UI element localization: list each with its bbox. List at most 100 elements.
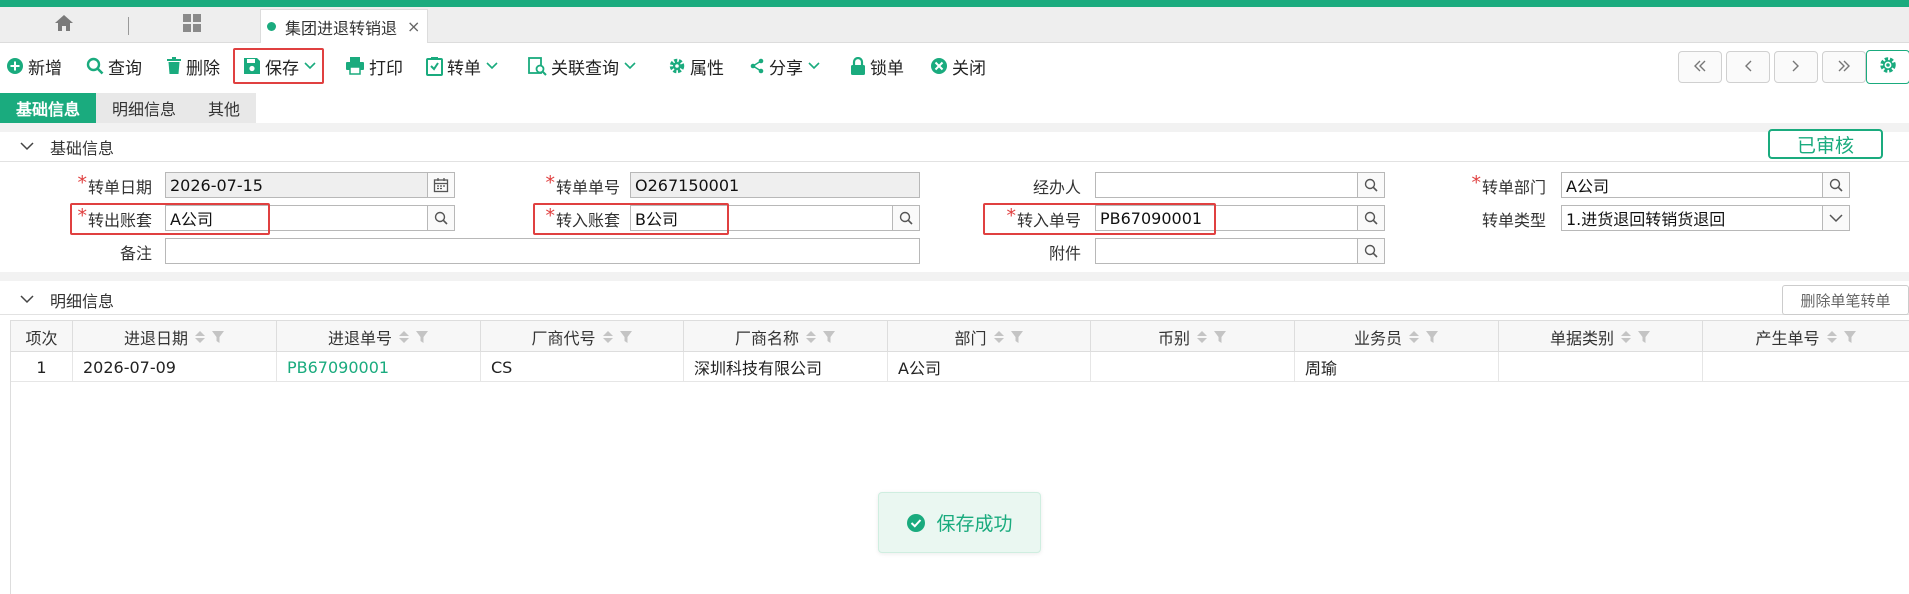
delete-button[interactable]: 删除 bbox=[166, 49, 220, 83]
document-transfer-icon bbox=[426, 56, 443, 76]
column-header-label: 币别 bbox=[1157, 329, 1190, 348]
transfer-button[interactable]: 转单 bbox=[426, 49, 498, 83]
previous-record-button[interactable] bbox=[1726, 51, 1770, 83]
chevron-down-icon[interactable] bbox=[486, 62, 498, 70]
transfer-type-select[interactable]: 1.进货退回转销货退回 bbox=[1561, 205, 1850, 231]
grid-icon bbox=[182, 13, 202, 37]
column-header[interactable]: 项次 bbox=[11, 321, 73, 353]
next-record-button[interactable] bbox=[1774, 51, 1818, 83]
transfer-no-field[interactable]: O267150001 bbox=[630, 172, 920, 198]
tab-other[interactable]: 其他 bbox=[192, 93, 256, 123]
filter-icon[interactable] bbox=[1637, 330, 1651, 344]
basic-section-header[interactable]: 基础信息 bbox=[0, 132, 1909, 162]
apps-tab[interactable] bbox=[176, 12, 208, 38]
table-cell: 2026-07-09 bbox=[73, 352, 277, 382]
search-icon[interactable] bbox=[892, 205, 920, 231]
table-row[interactable]: 1 2026-07-09 PB67090001 CS 深圳科技有限公司 A公司 周瑜 bbox=[11, 352, 1909, 382]
search-icon[interactable] bbox=[1822, 172, 1850, 198]
chevron-down-icon[interactable] bbox=[20, 295, 34, 304]
last-record-button[interactable] bbox=[1822, 51, 1866, 83]
column-header[interactable]: 部门 bbox=[888, 321, 1091, 353]
chevron-down-icon[interactable] bbox=[1822, 205, 1850, 231]
print-button[interactable]: 打印 bbox=[345, 49, 403, 83]
detail-section-header[interactable]: 明细信息 bbox=[0, 285, 1909, 315]
table-cell bbox=[1091, 352, 1295, 382]
close-tab-icon[interactable]: × bbox=[407, 17, 420, 36]
column-header[interactable]: 业务员 bbox=[1295, 321, 1499, 353]
toast-message: 保存成功 bbox=[936, 513, 1013, 535]
new-button[interactable]: 新增 bbox=[6, 49, 62, 83]
properties-button[interactable]: 属性 bbox=[668, 49, 724, 83]
attachment-field[interactable] bbox=[1095, 238, 1385, 264]
sort-icon[interactable] bbox=[398, 330, 410, 344]
filter-icon[interactable] bbox=[822, 330, 836, 344]
filter-icon[interactable] bbox=[619, 330, 633, 344]
calendar-icon[interactable] bbox=[427, 172, 455, 198]
chevron-down-icon[interactable] bbox=[304, 62, 316, 70]
search-icon[interactable] bbox=[1357, 238, 1385, 264]
chevron-down-icon[interactable] bbox=[808, 62, 820, 70]
required-mark: * bbox=[77, 205, 87, 227]
chevron-down-icon[interactable] bbox=[20, 142, 34, 151]
out-account-field[interactable]: A公司 bbox=[165, 205, 455, 231]
table-cell-link[interactable]: PB67090001 bbox=[277, 352, 481, 382]
search-icon[interactable] bbox=[427, 205, 455, 231]
filter-icon[interactable] bbox=[1425, 330, 1439, 344]
transfer-date-field[interactable]: 2026-07-15 bbox=[165, 172, 455, 198]
divider-strip bbox=[0, 123, 1909, 132]
close-button[interactable]: 关闭 bbox=[930, 49, 986, 83]
sort-icon[interactable] bbox=[1408, 330, 1420, 344]
filter-icon[interactable] bbox=[415, 330, 429, 344]
in-account-field[interactable]: B公司 bbox=[630, 205, 920, 231]
search-icon[interactable] bbox=[1357, 205, 1385, 231]
transfer-dept-label: * 转单部门 bbox=[1440, 172, 1546, 199]
settings-button[interactable] bbox=[1866, 50, 1909, 84]
related-query-button[interactable]: 关联查询 bbox=[528, 49, 636, 83]
column-header[interactable]: 币别 bbox=[1091, 321, 1295, 353]
sort-icon[interactable] bbox=[805, 330, 817, 344]
search-icon[interactable] bbox=[1357, 172, 1385, 198]
save-button[interactable]: 保存 bbox=[233, 48, 324, 84]
column-header[interactable]: 厂商代号 bbox=[481, 321, 684, 353]
sort-icon[interactable] bbox=[1196, 330, 1208, 344]
column-header[interactable]: 进退单号 bbox=[277, 321, 481, 353]
field-value: PB67090001 bbox=[1100, 208, 1203, 228]
sort-icon[interactable] bbox=[194, 330, 206, 344]
section-title: 基础信息 bbox=[50, 138, 115, 158]
tab-detail-info[interactable]: 明细信息 bbox=[96, 93, 192, 123]
print-label: 打印 bbox=[369, 58, 403, 79]
in-no-field[interactable]: PB67090001 bbox=[1095, 205, 1385, 231]
column-header[interactable]: 产生单号 bbox=[1703, 321, 1909, 353]
home-tab[interactable] bbox=[36, 13, 92, 37]
first-record-button[interactable] bbox=[1678, 51, 1722, 83]
lock-button[interactable]: 锁单 bbox=[850, 49, 904, 83]
filter-icon[interactable] bbox=[1213, 330, 1227, 344]
top-accent-bar bbox=[0, 0, 1909, 7]
transfer-date-label: * 转单日期 bbox=[40, 172, 152, 199]
chevron-right-icon bbox=[1791, 58, 1801, 77]
sort-icon[interactable] bbox=[993, 330, 1005, 344]
column-header[interactable]: 厂商名称 bbox=[684, 321, 888, 353]
tab-basic-info[interactable]: 基础信息 bbox=[0, 93, 96, 123]
delete-single-transfer-button[interactable]: 删除单笔转单 bbox=[1782, 285, 1909, 315]
filter-icon[interactable] bbox=[1843, 330, 1857, 344]
handler-field[interactable] bbox=[1095, 172, 1385, 198]
sort-icon[interactable] bbox=[1826, 330, 1838, 344]
share-button[interactable]: 分享 bbox=[749, 49, 820, 83]
field-value: B公司 bbox=[635, 210, 678, 229]
tab-group-return-transfer[interactable]: 集团进退转销退 × bbox=[260, 9, 428, 43]
chevron-down-icon[interactable] bbox=[624, 62, 636, 70]
settings-gear-icon bbox=[1878, 55, 1898, 79]
filter-icon[interactable] bbox=[211, 330, 225, 344]
column-header[interactable]: 单据类别 bbox=[1499, 321, 1703, 353]
table-cell bbox=[1499, 352, 1703, 382]
sort-icon[interactable] bbox=[602, 330, 614, 344]
transfer-dept-field[interactable]: A公司 bbox=[1561, 172, 1850, 198]
column-header[interactable]: 进退日期 bbox=[73, 321, 277, 353]
field-value: A公司 bbox=[170, 210, 213, 229]
sort-icon[interactable] bbox=[1620, 330, 1632, 344]
floppy-disk-icon bbox=[243, 57, 261, 75]
filter-icon[interactable] bbox=[1010, 330, 1024, 344]
query-button[interactable]: 查询 bbox=[86, 49, 142, 83]
remark-field[interactable] bbox=[165, 238, 920, 264]
